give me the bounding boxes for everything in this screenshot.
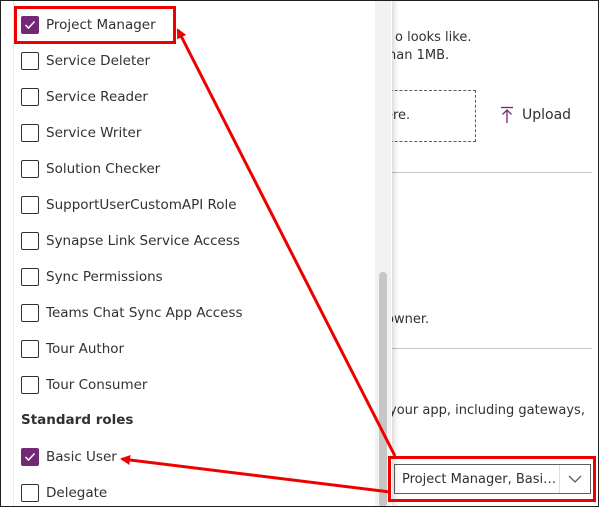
screenshot-border [0,0,599,507]
